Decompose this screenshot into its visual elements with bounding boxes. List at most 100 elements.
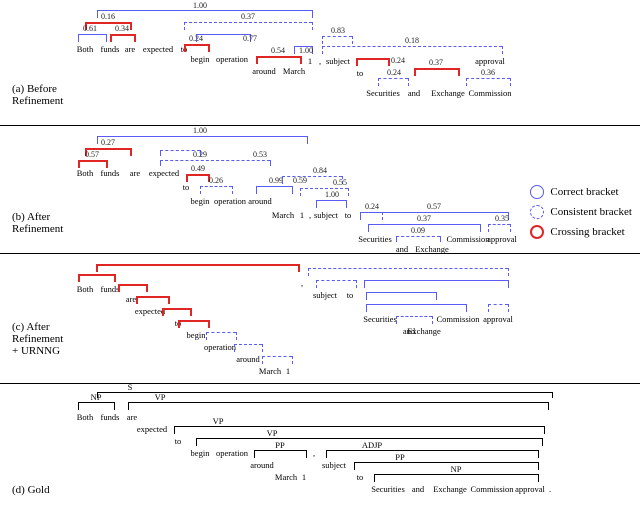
word: expected <box>137 424 167 434</box>
word: around <box>236 354 260 364</box>
score: 0.24 <box>387 68 401 77</box>
score: 1.00 <box>193 126 207 135</box>
gold-tag: VP <box>155 392 166 402</box>
word: operation <box>216 448 248 458</box>
score: 0.09 <box>411 226 425 235</box>
panel-label-text: (a) Before <box>12 83 57 95</box>
word: subject <box>322 460 346 470</box>
word: Exchange <box>415 244 449 254</box>
gold-tag: ADJP <box>362 440 382 450</box>
score: 1.00 <box>299 46 313 55</box>
word: around <box>248 196 272 206</box>
score: 0.27 <box>101 138 115 147</box>
punct: , <box>313 448 315 458</box>
score: 0.26 <box>209 176 223 185</box>
word: and <box>396 244 408 254</box>
word: to <box>357 472 364 482</box>
score: 0.57 <box>85 150 99 159</box>
panel-label-text: Refinement <box>12 95 63 107</box>
word: approval <box>475 56 505 66</box>
word: funds <box>101 412 120 422</box>
word: March <box>272 210 294 220</box>
gold-tag: PP <box>395 452 404 462</box>
panel-a-label: (a) Before Refinement <box>12 83 63 107</box>
word: Commission <box>469 88 512 98</box>
panel-c-label: (c) After Refinement + URNNG <box>12 321 63 357</box>
panel-d: (d) Gold Both funds are expected to begi… <box>0 384 640 506</box>
punct: , <box>301 278 303 288</box>
score: 0.99 <box>269 176 283 185</box>
word: March <box>275 472 297 482</box>
word: approval <box>487 234 517 244</box>
score: 0.35 <box>495 214 509 223</box>
score: 0.83 <box>331 26 345 35</box>
word: funds <box>101 44 120 54</box>
word: Securities <box>358 234 392 244</box>
word: around <box>252 66 276 76</box>
score: 0.37 <box>241 12 255 21</box>
punct: , <box>309 210 311 220</box>
panel-b: (b) After Refinement Both funds are expe… <box>0 126 640 254</box>
score: 0.18 <box>405 36 419 45</box>
word: are <box>127 412 137 422</box>
score: 0.16 <box>101 12 115 21</box>
punct: . <box>549 484 551 494</box>
word: to <box>183 182 190 192</box>
word: 1 <box>286 366 290 376</box>
word: March <box>283 66 305 76</box>
word: approval <box>515 484 545 494</box>
punct: , <box>319 56 321 66</box>
word: 1 <box>302 472 306 482</box>
word: begin <box>191 196 210 206</box>
score: 0.24 <box>391 56 405 65</box>
word: Both <box>77 168 94 178</box>
word: around <box>250 460 274 470</box>
word: Securities <box>363 314 397 324</box>
gold-tag: VP <box>213 416 224 426</box>
word: funds <box>101 284 120 294</box>
word: are <box>125 44 135 54</box>
word: Securities <box>371 484 405 494</box>
score: 0.36 <box>481 68 495 77</box>
word: funds <box>101 168 120 178</box>
gold-tag: VP <box>267 428 278 438</box>
score: 1.00 <box>193 1 207 10</box>
score: 1.00 <box>325 190 339 199</box>
word: and <box>412 484 424 494</box>
panel-label-text: (c) After <box>12 321 50 333</box>
panel-b-label: (b) After Refinement <box>12 211 63 235</box>
score: 0.49 <box>191 164 205 173</box>
score: 0.77 <box>243 34 257 43</box>
word: expected <box>135 306 165 316</box>
word: to <box>357 68 364 78</box>
score: 0.24 <box>365 202 379 211</box>
word: operation <box>214 196 246 206</box>
word: Exchange <box>431 88 465 98</box>
score: 0.55 <box>333 178 347 187</box>
word: are <box>130 168 140 178</box>
word: Exchange <box>407 326 441 336</box>
gold-tag: S <box>128 382 133 392</box>
word: 1 <box>300 210 304 220</box>
word: and <box>408 88 420 98</box>
score: 0.57 <box>427 202 441 211</box>
score: 0.37 <box>417 214 431 223</box>
word: subject <box>326 56 350 66</box>
score: 0.29 <box>193 150 207 159</box>
panel-label-text: (b) After <box>12 211 50 223</box>
word: Commission <box>471 484 514 494</box>
word: Both <box>77 284 94 294</box>
word: March <box>259 366 281 376</box>
score: 0.37 <box>429 58 443 67</box>
word: are <box>126 294 136 304</box>
score: 0.54 <box>271 46 285 55</box>
word: to <box>345 210 352 220</box>
word: subject <box>314 210 338 220</box>
panel-label-text: Refinement <box>12 223 63 235</box>
score: 0.53 <box>253 150 267 159</box>
word: expected <box>143 44 173 54</box>
word: Exchange <box>433 484 467 494</box>
word: to <box>347 290 354 300</box>
panel-c: (c) After Refinement + URNNG Both funds … <box>0 254 640 384</box>
word: begin <box>191 54 210 64</box>
